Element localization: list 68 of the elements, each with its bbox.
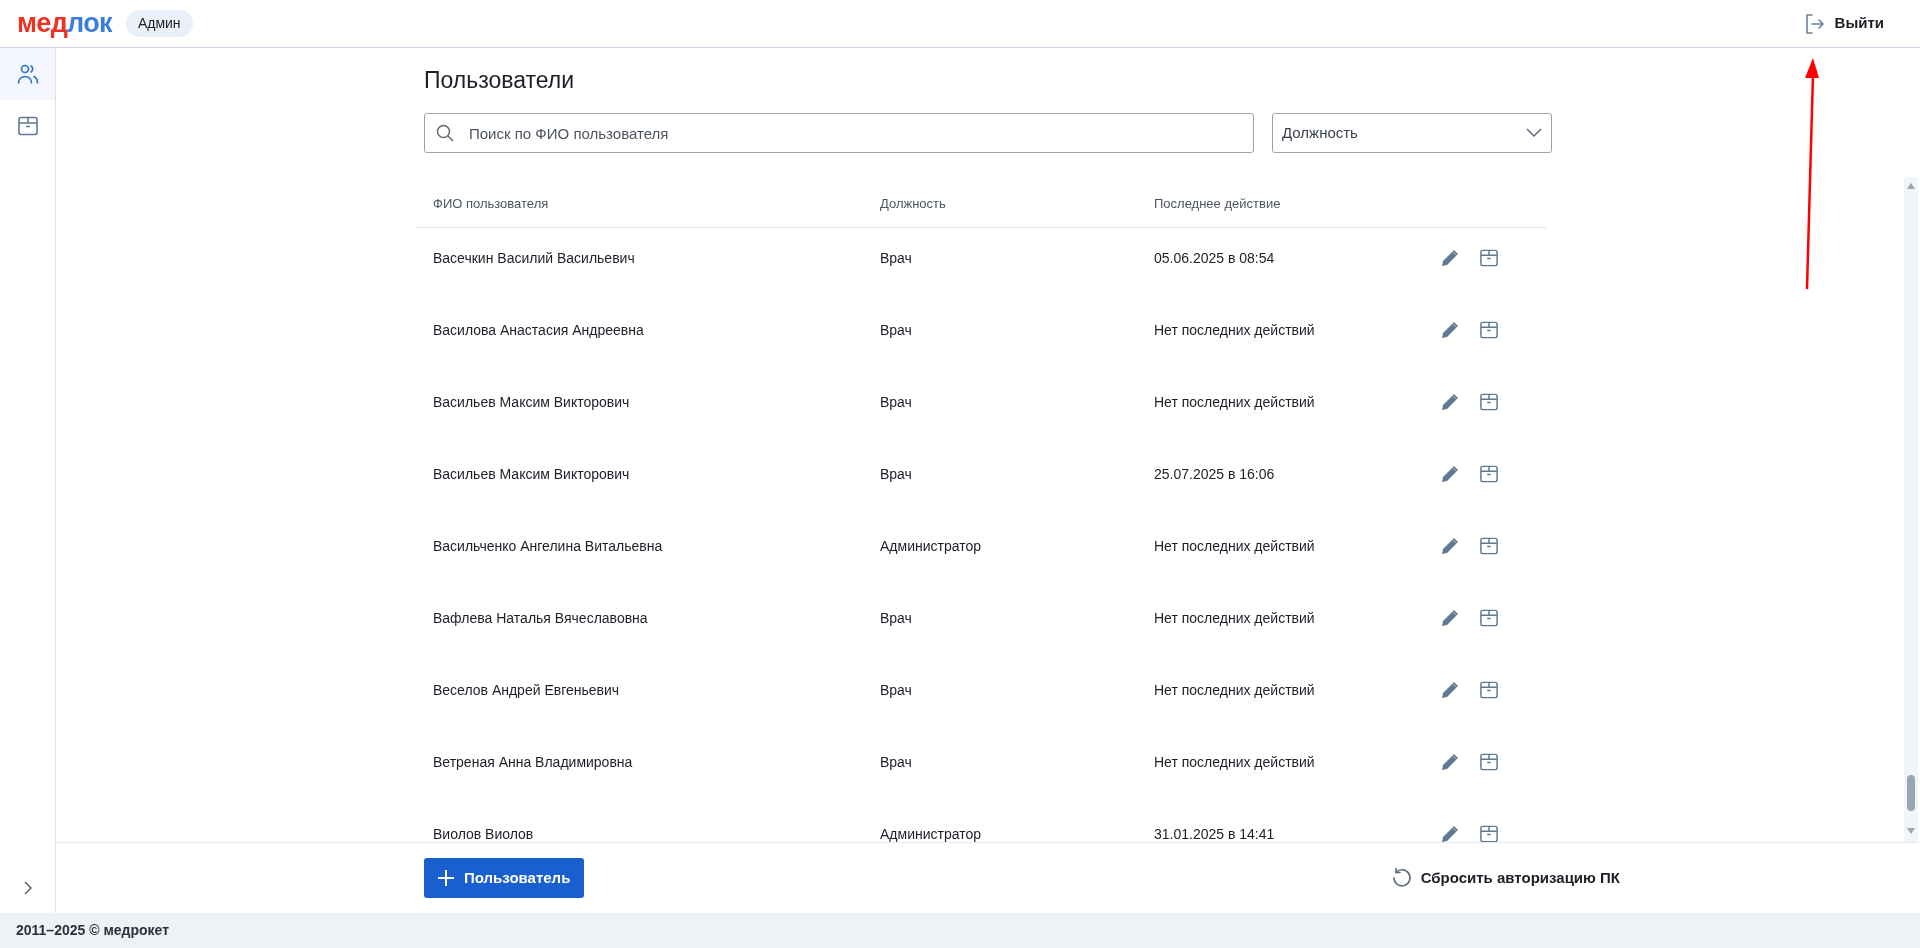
pencil-icon[interactable] [1441, 825, 1459, 842]
column-header: Должность [880, 196, 946, 212]
table-cell: Администратор [880, 825, 981, 842]
table-cell: Администратор [880, 537, 981, 554]
pencil-icon[interactable] [1441, 609, 1459, 627]
box-icon[interactable] [1479, 609, 1499, 627]
table-cell: Врач [880, 321, 912, 338]
pencil-icon[interactable] [1441, 321, 1459, 339]
search-field[interactable]: Поиск по ФИО пользователя [424, 113, 1254, 153]
sidebar-item[interactable] [0, 48, 55, 100]
logout-button[interactable]: Выйти [1802, 12, 1884, 35]
box-icon[interactable] [1479, 537, 1499, 555]
expand-button[interactable] [21, 881, 34, 895]
table-cell: Васильев Максим Викторович [433, 465, 630, 482]
table-cell: Врач [880, 465, 912, 482]
table-cell: Васильченко Ангелина Витальевна [433, 537, 663, 554]
pencil-icon[interactable] [1441, 537, 1459, 555]
chevron-right-icon [21, 881, 34, 895]
pencil-icon[interactable] [1441, 681, 1459, 699]
pencil-icon[interactable] [1441, 753, 1459, 771]
box-icon[interactable] [1479, 753, 1499, 771]
table-cell: 05.06.2025 в 08:54 [1154, 249, 1275, 266]
box-icon[interactable] [1479, 465, 1499, 483]
box-icon[interactable] [1479, 321, 1499, 339]
table-cell: Ветреная Анна Владимировна [433, 753, 633, 770]
box-icon[interactable] [1479, 393, 1499, 411]
position-dropdown[interactable]: Должность [1272, 113, 1552, 153]
table-cell: 31.01.2025 в 14:41 [1154, 825, 1275, 842]
table-cell: Вафлева Наталья Вячеславовна [433, 609, 648, 626]
table-cell: Нет последних действий [1154, 537, 1315, 554]
logo: медлок [17, 10, 112, 37]
table-cell: Врач [880, 609, 912, 626]
box-icon [16, 116, 39, 136]
scrollbar-thumb[interactable] [1907, 775, 1915, 811]
box-icon[interactable] [1479, 249, 1499, 267]
box-icon[interactable] [1479, 681, 1499, 699]
chevron-down-icon [1526, 128, 1542, 138]
box-icon[interactable] [1479, 825, 1499, 842]
table-cell: Василова Анастасия Андреевна [433, 321, 644, 338]
table-cell: 25.07.2025 в 16:06 [1154, 465, 1275, 482]
pencil-icon[interactable] [1441, 393, 1459, 411]
table-cell: Врач [880, 681, 912, 698]
table-cell: Нет последних действий [1154, 609, 1315, 626]
table-cell: Виолов Виолов [433, 825, 534, 842]
table-cell: Васечкин Василий Васильевич [433, 249, 635, 266]
table-cell: Врач [880, 753, 912, 770]
pencil-icon[interactable] [1441, 249, 1459, 267]
column-header: Последнее действие [1154, 196, 1281, 212]
reset-icon [1390, 867, 1413, 889]
table-cell: Врач [880, 249, 912, 266]
reset-authorization-button[interactable]: Сбросить авторизацию ПК [1390, 866, 1620, 890]
add-user-button[interactable]: Пользователь [424, 858, 585, 898]
pencil-icon[interactable] [1441, 465, 1459, 483]
table-cell: Нет последних действий [1154, 681, 1315, 698]
copyright-text: 2011–2025 © медрокет [16, 921, 169, 940]
scrollbar[interactable] [1904, 177, 1918, 842]
page-title: Пользователи [424, 66, 576, 94]
plus-icon [438, 870, 454, 886]
search-icon [436, 124, 454, 142]
table-cell: Нет последних действий [1154, 393, 1315, 410]
table-cell: Нет последних действий [1154, 321, 1315, 338]
table-cell: Врач [880, 393, 912, 410]
column-header: ФИО пользователя [433, 196, 549, 212]
role-badge: Админ [125, 10, 193, 37]
users-icon [16, 64, 39, 84]
table-cell: Васильев Максим Викторович [433, 393, 630, 410]
table-cell: Нет последних действий [1154, 753, 1315, 770]
table-cell: Веселов Андрей Евгеньевич [433, 681, 620, 698]
